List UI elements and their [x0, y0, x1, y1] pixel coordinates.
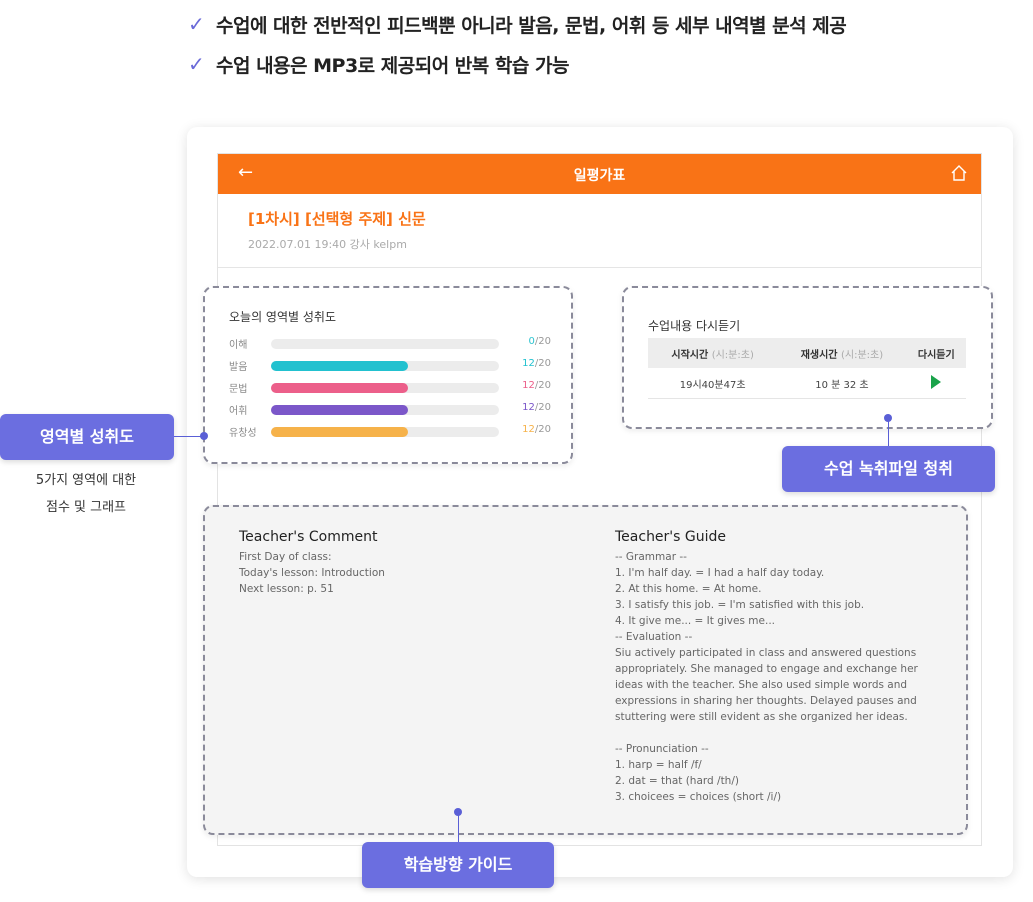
- header-duration: 재생시간 (시:분:초): [777, 338, 907, 368]
- text-line: 2. At this home. = At home.: [615, 583, 762, 595]
- feature-text: 수업에 대한 전반적인 피드백뿐 아니라 발음, 문법, 어휘 등 세부 내역별…: [216, 14, 847, 37]
- check-icon: ✓: [188, 12, 205, 36]
- score-row: 이해 0/20: [229, 336, 551, 351]
- score-label: 어휘: [229, 406, 248, 417]
- replay-panel: 수업내용 다시듣기 시작시간 (시:분:초) 재생시간 (시:분:초) 다시듣기…: [622, 286, 993, 429]
- text-line: Siu actively participated in class and a…: [615, 647, 917, 659]
- feature-list: ✓ 수업에 대한 전반적인 피드백뿐 아니라 발음, 문법, 어휘 등 세부 내…: [188, 4, 847, 84]
- score-row: 유창성 12/20: [229, 424, 551, 439]
- feature-item: ✓ 수업 내용은 MP3로 제공되어 반복 학습 가능: [188, 44, 846, 84]
- score-row: 발음 12/20: [229, 358, 551, 373]
- text-line: Today's lesson: Introduction: [239, 567, 385, 579]
- header-replay: 다시듣기: [906, 338, 966, 368]
- text-line: stuttering were still evident as she org…: [615, 711, 908, 723]
- guide-title: Teacher's Guide: [615, 529, 727, 545]
- comment-panel: Teacher's Comment First Day of class: Tod…: [203, 505, 968, 835]
- divider: [218, 267, 981, 268]
- score-label: 문법: [229, 384, 248, 395]
- header-start-time: 시작시간 (시:분:초): [648, 338, 778, 368]
- score-track: [271, 405, 499, 415]
- score-value: 12/20: [522, 402, 551, 413]
- teacher-comment: Teacher's Comment First Day of class: Tod…: [239, 529, 385, 597]
- text-line: 2. dat = that (hard /th/): [615, 775, 739, 787]
- check-icon: ✓: [188, 52, 205, 76]
- text-line: appropriately. She managed to engage and…: [615, 663, 918, 675]
- score-label: 이해: [229, 340, 248, 351]
- text-line: expressions in sharing her thoughts. Del…: [615, 695, 917, 707]
- score-label: 유창성: [229, 428, 257, 439]
- comment-title: Teacher's Comment: [239, 529, 378, 545]
- score-row: 어휘 12/20: [229, 402, 551, 417]
- teacher-guide: Teacher's Guide -- Grammar -- 1. I'm half…: [615, 529, 918, 805]
- score-value: 12/20: [522, 424, 551, 435]
- start-time-cell: 19시40분47초: [648, 368, 778, 399]
- home-icon[interactable]: [949, 163, 969, 183]
- table-row: 19시40분47초 10 분 32 초: [648, 368, 966, 399]
- score-track: [271, 339, 499, 349]
- text-line: [615, 725, 918, 741]
- score-track: [271, 427, 499, 437]
- feature-text: 수업 내용은 MP3로 제공되어 반복 학습 가능: [216, 54, 569, 77]
- text-line: 4. It give me... = It gives me...: [615, 615, 775, 627]
- page-title: 일평가표: [573, 168, 626, 184]
- score-caption: 5가지 영역에 대한 점수 및 그래프: [0, 467, 172, 521]
- replay-title: 수업내용 다시듣기: [648, 319, 741, 333]
- connector-dot: [200, 432, 208, 440]
- score-bar: [271, 405, 408, 415]
- score-bar: [271, 361, 408, 371]
- score-panel: 오늘의 영역별 성취도 이해 0/20 발음 12/20 문법 12/20 어휘 12/20 유…: [203, 286, 573, 464]
- replay-pill: 수업 녹취파일 청취: [782, 446, 995, 492]
- score-bar: [271, 383, 408, 393]
- score-value: 12/20: [522, 358, 551, 369]
- caption-line: 점수 및 그래프: [45, 500, 127, 515]
- score-title: 오늘의 영역별 성취도: [229, 310, 336, 324]
- lesson-title: [1차시] [선택형 주제] 신문: [248, 210, 426, 228]
- text-line: 1. harp = half /f/: [615, 759, 702, 771]
- score-value: 0/20: [528, 336, 551, 347]
- replay-cell: [906, 368, 966, 399]
- replay-table: 시작시간 (시:분:초) 재생시간 (시:분:초) 다시듣기 19시40분47초…: [648, 338, 966, 399]
- score-row: 문법 12/20: [229, 380, 551, 395]
- score-track: [271, 383, 499, 393]
- score-pill: 영역별 성취도: [0, 414, 174, 460]
- text-line: 3. I satisfy this job. = I'm satisfied w…: [615, 599, 865, 611]
- lesson-meta: 2022.07.01 19:40 강사 kelpm: [248, 238, 407, 251]
- text-line: First Day of class:: [239, 551, 332, 563]
- caption-line: 5가지 영역에 대한: [35, 473, 137, 488]
- connector-line: [888, 418, 889, 446]
- connector-line: [458, 812, 459, 842]
- text-line: Next lesson: p. 51: [239, 583, 334, 595]
- text-line: -- Grammar --: [615, 551, 687, 563]
- duration-cell: 10 분 32 초: [777, 368, 907, 399]
- text-line: 1. I'm half day. = I had a half day toda…: [615, 567, 825, 579]
- play-icon[interactable]: [931, 374, 942, 389]
- guide-pill: 학습방향 가이드: [362, 842, 554, 888]
- score-track: [271, 361, 499, 371]
- text-line: ideas with the teacher. She also used si…: [615, 679, 908, 691]
- text-line: -- Evaluation --: [615, 631, 693, 643]
- score-bar: [271, 427, 408, 437]
- app-header: ← 일평가표: [218, 154, 981, 194]
- score-label: 발음: [229, 362, 248, 373]
- text-line: -- Pronunciation --: [615, 743, 709, 755]
- feature-item: ✓ 수업에 대한 전반적인 피드백뿐 아니라 발음, 문법, 어휘 등 세부 내…: [188, 4, 847, 44]
- score-value: 12/20: [522, 380, 551, 391]
- text-line: 3. choicees = choices (short /i/): [615, 791, 782, 803]
